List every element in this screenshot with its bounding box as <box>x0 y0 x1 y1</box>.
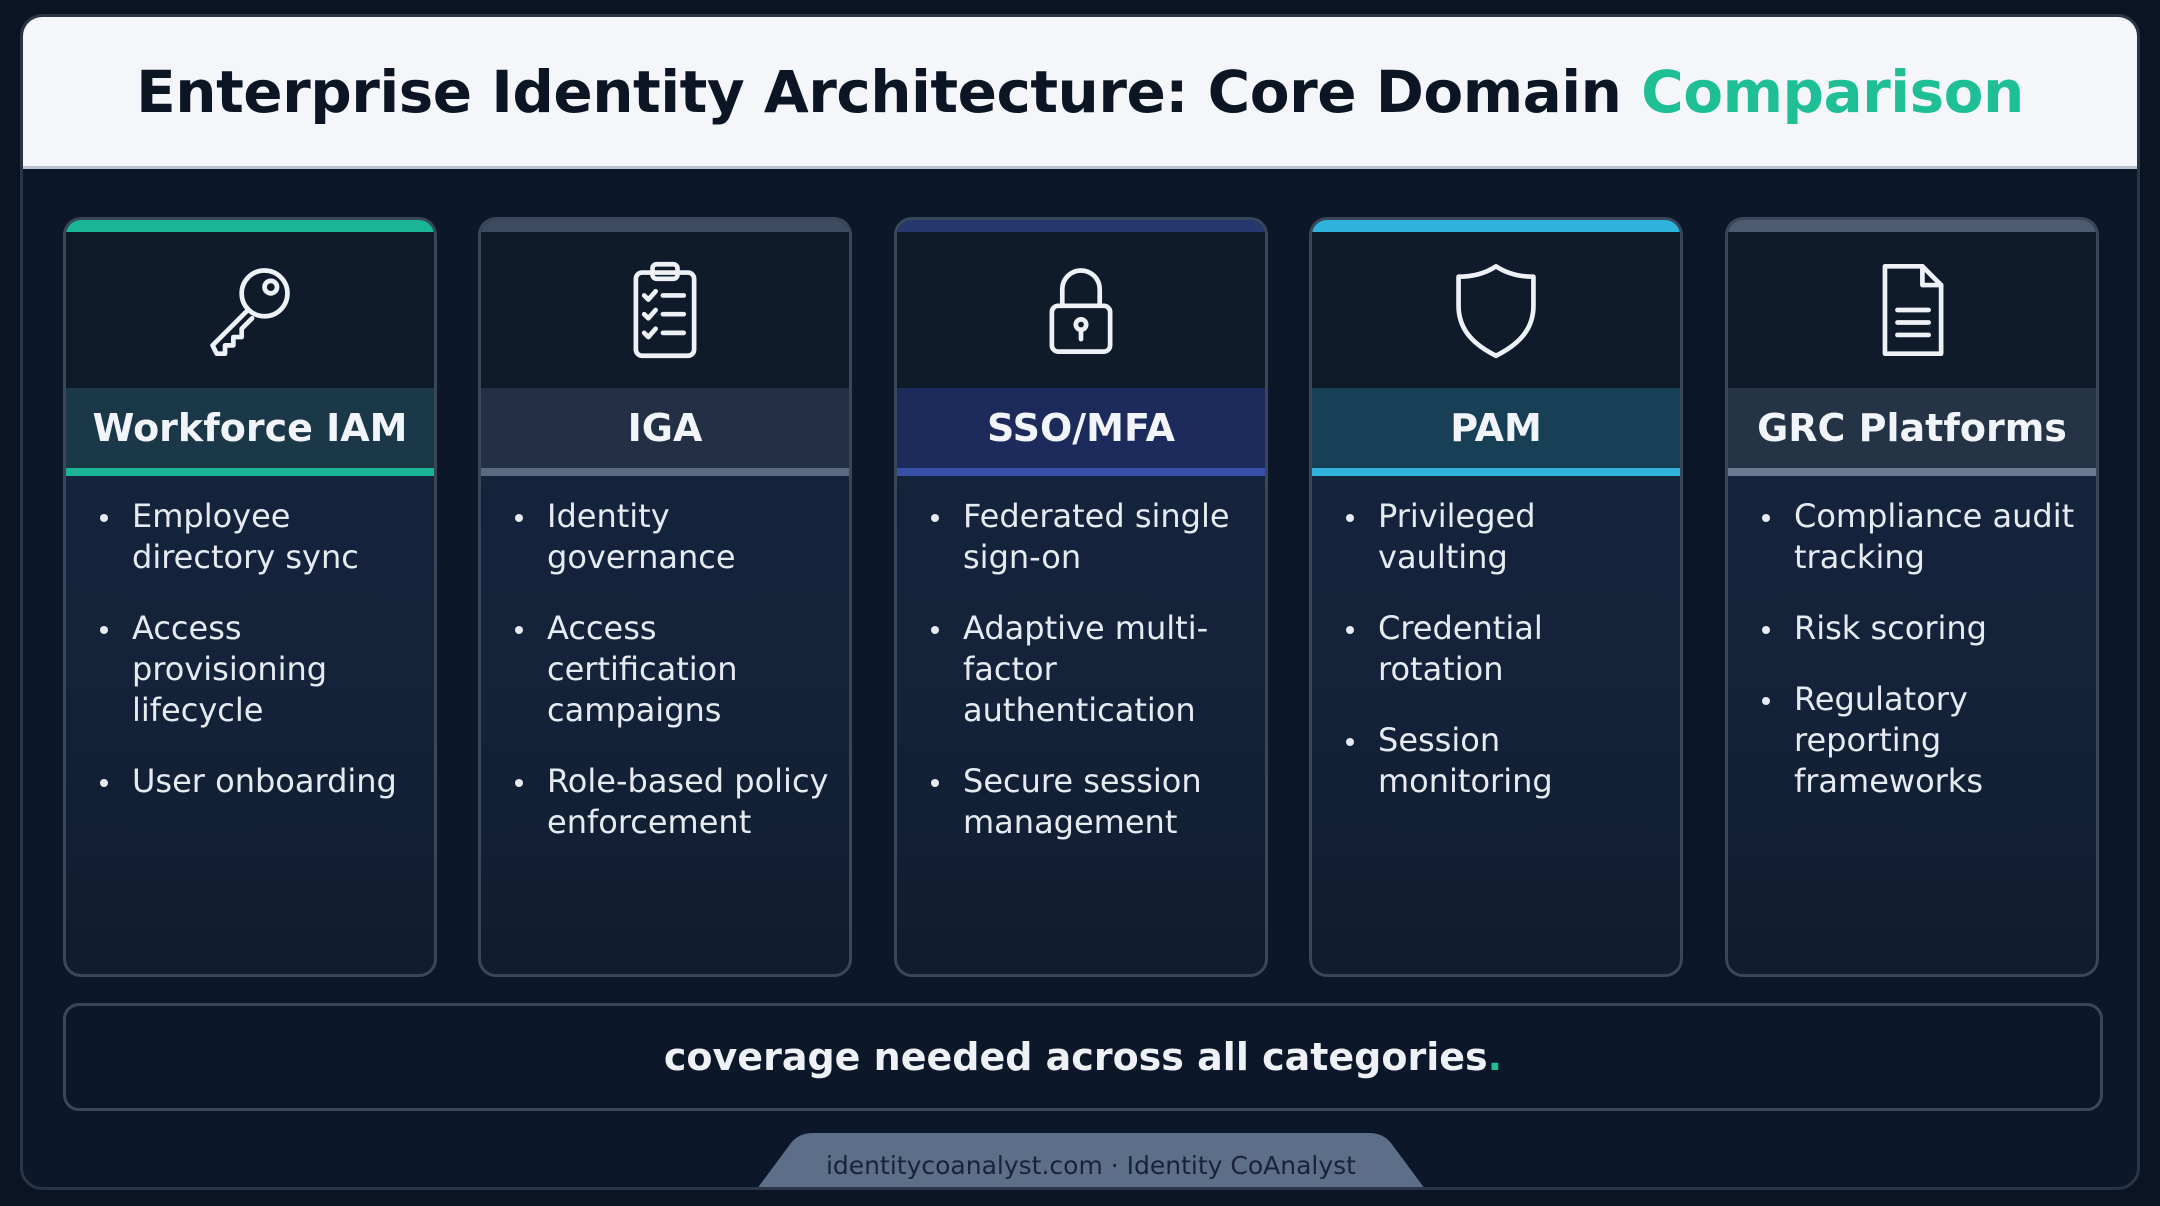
padlock-icon <box>1049 268 1113 354</box>
card-accent-bar <box>1728 220 2096 232</box>
card-title: SSO/MFA <box>986 406 1176 450</box>
banner-period: . <box>1487 1035 1503 1079</box>
card-title: IGA <box>627 406 703 450</box>
document-icon <box>1882 263 1944 357</box>
card-icon-zone <box>897 232 1265 388</box>
card-bullet-list: Compliance audit tracking Risk scoring R… <box>1728 496 2096 832</box>
title-header: Enterprise Identity Architecture: Core D… <box>23 17 2137 169</box>
list-item: Secure session management <box>931 761 1243 843</box>
key-icon <box>210 268 290 357</box>
banner-text: coverage needed across all categories. <box>664 1035 1502 1079</box>
list-item: Privileged vaulting <box>1346 496 1608 578</box>
domain-cards: Workforce IAM Employee directory sync Ac… <box>63 217 2103 977</box>
title-main: Enterprise Identity Architecture: Core D… <box>136 57 1622 126</box>
card-title: PAM <box>1450 406 1542 450</box>
page-title: Enterprise Identity Architecture: Core D… <box>136 58 2024 126</box>
card-accent-bar <box>897 220 1265 232</box>
card-title: Workforce IAM <box>92 406 408 450</box>
list-item: Identity governance <box>515 496 797 578</box>
card-name-bar: IGA <box>481 388 849 476</box>
card-icon-zone <box>1728 232 2096 388</box>
card-accent-bar <box>481 220 849 232</box>
title-accent: Comparison <box>1641 57 2024 126</box>
card-grc-platforms: GRC Platforms Compliance audit tracking … <box>1725 217 2099 977</box>
list-item: Federated single sign-on <box>931 496 1253 578</box>
list-item: Access certification campaigns <box>515 608 807 731</box>
list-item: Compliance audit tracking <box>1762 496 2094 578</box>
card-title: GRC Platforms <box>1757 406 2067 450</box>
card-name-bar: PAM <box>1312 388 1680 476</box>
clipboard-checklist-icon <box>633 261 697 359</box>
list-item: Access provisioning lifecycle <box>100 608 342 731</box>
footer-tab: identitycoanalyst.com · Identity CoAnaly… <box>751 1133 1431 1187</box>
summary-banner: coverage needed across all categories. <box>63 1003 2103 1111</box>
slide-frame: Enterprise Identity Architecture: Core D… <box>20 14 2140 1190</box>
card-iga: IGA Identity governance Access certifica… <box>478 217 852 977</box>
list-item: Adaptive multi-factor authentication <box>931 608 1223 731</box>
card-pam: PAM Privileged vaulting Credential rotat… <box>1309 217 1683 977</box>
card-icon-zone <box>1312 232 1680 388</box>
card-bullet-list: Privileged vaulting Credential rotation … <box>1312 496 1626 832</box>
card-bullet-list: Identity governance Access certification… <box>481 496 849 873</box>
card-bullet-list: Employee directory sync Access provision… <box>66 496 420 832</box>
card-icon-zone <box>66 232 434 388</box>
card-accent-bar <box>66 220 434 232</box>
shield-icon <box>1456 263 1536 359</box>
footer-text: identitycoanalyst.com · Identity CoAnaly… <box>825 1150 1356 1180</box>
card-name-bar: GRC Platforms <box>1728 388 2096 476</box>
card-name-bar: SSO/MFA <box>897 388 1265 476</box>
card-icon-zone <box>481 232 849 388</box>
list-item: Role-based policy enforcement <box>515 761 837 843</box>
card-sso-mfa: SSO/MFA Federated single sign-on Adaptiv… <box>894 217 1268 977</box>
list-item: Regulatory reporting frameworks <box>1762 679 2024 802</box>
card-bullet-list: Federated single sign-on Adaptive multi-… <box>897 496 1265 873</box>
list-item: Credential rotation <box>1346 608 1608 690</box>
list-item: Employee directory sync <box>100 496 402 578</box>
card-name-bar: Workforce IAM <box>66 388 434 476</box>
list-item: Session monitoring <box>1346 720 1608 802</box>
banner-main-text: coverage needed across all categories <box>663 1035 1488 1079</box>
list-item: Risk scoring <box>1762 608 2094 649</box>
card-workforce-iam: Workforce IAM Employee directory sync Ac… <box>63 217 437 977</box>
list-item: User onboarding <box>100 761 402 802</box>
card-accent-bar <box>1312 220 1680 232</box>
